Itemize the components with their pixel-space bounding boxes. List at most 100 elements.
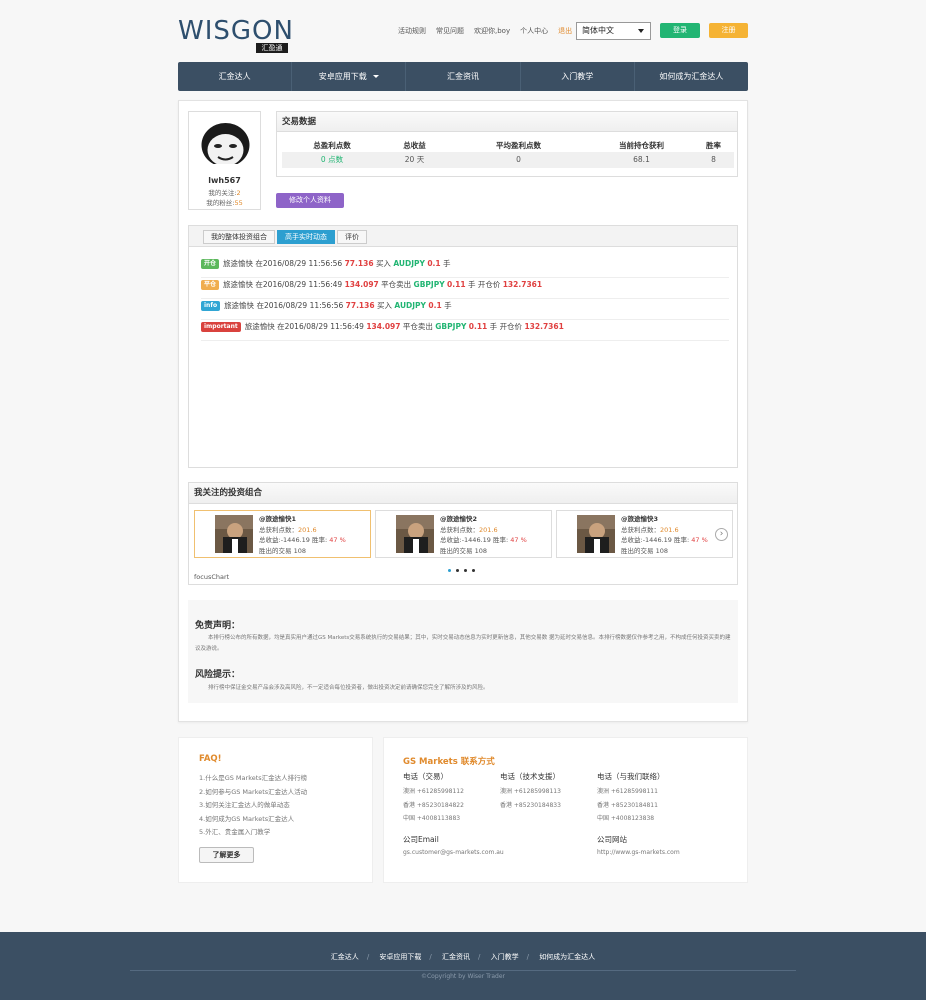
activity-user[interactable]: 旅途愉快 (223, 259, 253, 268)
card-points: 201.6 (479, 525, 498, 534)
trade-data-panel: 交易数据 总盈利点数 总收益 平均盈利点数 当前持仓获利 胜率 0 点数 20 … (276, 111, 738, 177)
activity-extra: 开仓价 (477, 280, 501, 289)
faq-link[interactable]: 5.外汇、贵金属入门教学 (199, 826, 270, 836)
footer-link[interactable]: 汇金资讯 (442, 953, 470, 961)
card-text: @旅途愉快2 总获利点数：201.6 总收益:-1446.19 胜率: 47 %… (440, 514, 527, 556)
header-avg-points: 平均盈利点数 (496, 141, 541, 150)
faq-link[interactable]: 4.如何成为GS Markets汇金达人 (199, 813, 294, 823)
footer-link[interactable]: 如何成为汇金达人 (539, 953, 595, 961)
activity-unit: 手 (467, 280, 476, 289)
activity-user[interactable]: 旅途愉快 (223, 280, 253, 289)
activity-action: 平仓卖出 (381, 280, 412, 289)
activity-action: 买入 (375, 259, 391, 268)
nav-item-label: 汇金资讯 (447, 72, 479, 81)
activity-row: important 旅途愉快 在2016/08/29 11:56:49 134.0… (201, 320, 729, 341)
rules-link[interactable]: 活动规则 (398, 26, 426, 36)
following-card[interactable]: @旅途愉快1 总获利点数：201.6 总收益:-1446.19 胜率: 47 %… (194, 510, 371, 558)
logo-text: WISGON (178, 16, 294, 46)
username: lwh567 (208, 176, 241, 185)
profile-card: lwh567 我的关注:2 我的粉丝:55 (188, 111, 261, 210)
phone-number: 澳洲 +61285998112 (403, 788, 464, 795)
copyright: ©Copyright by Wiser Trader (420, 973, 506, 980)
activity-symbol: AUDJPY (393, 259, 425, 268)
website-title: 公司网站 (597, 835, 627, 844)
footer-link[interactable]: 汇金达人 (331, 953, 359, 961)
fans-count[interactable]: 55 (234, 199, 242, 207)
phone-number: 香港 +85230184833 (500, 802, 561, 809)
card-rate: 47 % (329, 536, 346, 544)
nav-item-label: 入门教学 (561, 72, 594, 81)
activity-symbol: AUDJPY (394, 301, 426, 310)
trade-data-value-row: 0 点数 20 天 0 68.1 8 (282, 152, 734, 168)
faq-link[interactable]: 常见问题 (436, 26, 464, 36)
footer-separator: / (478, 953, 481, 961)
activity-user[interactable]: 旅途愉快 (245, 322, 275, 331)
footer-separator: / (429, 953, 432, 961)
footer-separator: / (366, 953, 370, 961)
focus-chart-label: focusChart (194, 573, 230, 581)
carousel-dot[interactable] (464, 569, 467, 572)
faq-link[interactable]: 3.如何关注汇金达人的做单动态 (199, 799, 290, 809)
carousel-dot[interactable] (456, 569, 459, 572)
fans-label: 我的粉丝: (206, 199, 235, 207)
nav-item-experts[interactable]: 汇金达人 (178, 62, 293, 91)
faq-link[interactable]: 2.如何参与GS Markets汇金达人活动 (199, 786, 307, 796)
following-card[interactable]: @旅途愉快3 总获利点数：201.6 总收益:-1446.19 胜率: 47 %… (556, 510, 733, 558)
activity-row: info 旅途愉快 在2016/08/29 11:56:56 77.136 买入 … (201, 299, 729, 320)
card-trades: 胜出的交易 108 (440, 546, 487, 555)
phone-number: 澳洲 +61285998113 (500, 788, 561, 795)
tab-overall-portfolio[interactable]: 我的整体投资组合 (203, 230, 275, 244)
activity-qty: 0.11 (468, 322, 488, 331)
nav-item-news[interactable]: 汇金资讯 (406, 62, 521, 91)
card-profit: 总收益:-1446.19 胜率: (621, 536, 690, 544)
website-link[interactable]: http://www.gs-markets.com (597, 849, 680, 856)
nav-item-become-expert[interactable]: 如何成为汇金达人 (635, 62, 748, 91)
carousel-dot[interactable] (472, 569, 475, 572)
edit-profile-button[interactable]: 修改个人资料 (276, 193, 344, 208)
email-title: 公司Email (403, 835, 439, 844)
avatar[interactable] (199, 120, 252, 173)
footer-link[interactable]: 入门教学 (491, 953, 519, 961)
learn-more-button[interactable]: 了解更多 (199, 847, 254, 863)
faq-link[interactable]: 1.什么是GS Markets汇金达人排行榜 (199, 772, 307, 782)
tab-reviews[interactable]: 评价 (337, 230, 367, 244)
header-total-profit: 总收益 (403, 141, 426, 150)
value-total-profit: 20 天 (404, 155, 425, 164)
follow-count[interactable]: 2 (237, 189, 241, 197)
contact-box: GS Markets 联系方式 电话（交易） 澳洲 +61285998112 香… (383, 737, 748, 883)
user-center-link[interactable]: 个人中心 (520, 26, 548, 36)
login-button[interactable]: 登录 (660, 23, 700, 38)
activity-action: 买入 (376, 301, 392, 310)
follow-count-line: 我的关注:2 (189, 187, 260, 197)
carousel-next-button[interactable]: › (715, 528, 728, 541)
email-link[interactable]: gs.customer@gs-markets.com.au (403, 849, 504, 856)
footer-link[interactable]: 安卓应用下载 (379, 953, 421, 961)
portfolio-avatar (396, 515, 434, 553)
site-logo[interactable]: WISGON 汇盈通 (178, 16, 294, 53)
card-points-label: 总获利点数： (621, 525, 660, 534)
logout-link[interactable]: 退出 (558, 26, 572, 36)
disclaimer-text: 本排行榜公布的所有数据，均是真实用户通过GS Markets交易系统执行的交易结… (195, 635, 731, 652)
register-button[interactable]: 注册 (709, 23, 748, 38)
nav-item-label: 汇金达人 (218, 72, 251, 81)
activity-action: 平仓卖出 (402, 322, 433, 331)
activity-time: 在2016/08/29 11:56:49 (255, 280, 343, 289)
avatar-face-icon (201, 123, 250, 170)
activity-price: 77.136 (344, 259, 374, 268)
tab-realtime-activity[interactable]: 高手实时动态 (277, 230, 335, 244)
activity-unit: 手 (489, 322, 498, 331)
phone-number: 中国 +4008113883 (403, 815, 461, 822)
activity-time: 在2016/08/29 11:56:56 (255, 259, 343, 268)
activity-time: 在2016/08/29 11:56:56 (256, 301, 344, 310)
language-select[interactable]: 简体中文 (576, 22, 651, 40)
following-card[interactable]: @旅途愉快2 总获利点数：201.6 总收益:-1446.19 胜率: 47 %… (375, 510, 552, 558)
carousel-dot[interactable] (448, 569, 451, 572)
activity-open-price: 132.7361 (524, 322, 564, 331)
activity-user[interactable]: 旅途愉快 (224, 301, 254, 310)
nav-item-android-download[interactable]: 安卓应用下载 (292, 62, 407, 91)
nav-item-tutorial[interactable]: 入门教学 (521, 62, 635, 91)
risk-title: 风险提示： (195, 670, 241, 680)
activity-price: 134.097 (366, 322, 401, 331)
card-text: @旅途愉快1 总获利点数：201.6 总收益:-1446.19 胜率: 47 %… (259, 514, 346, 556)
site-footer: 汇金达人 / 安卓应用下载 / 汇金资讯 / 入门教学 / 如何成为汇金达人 ©Copy… (0, 932, 926, 1000)
